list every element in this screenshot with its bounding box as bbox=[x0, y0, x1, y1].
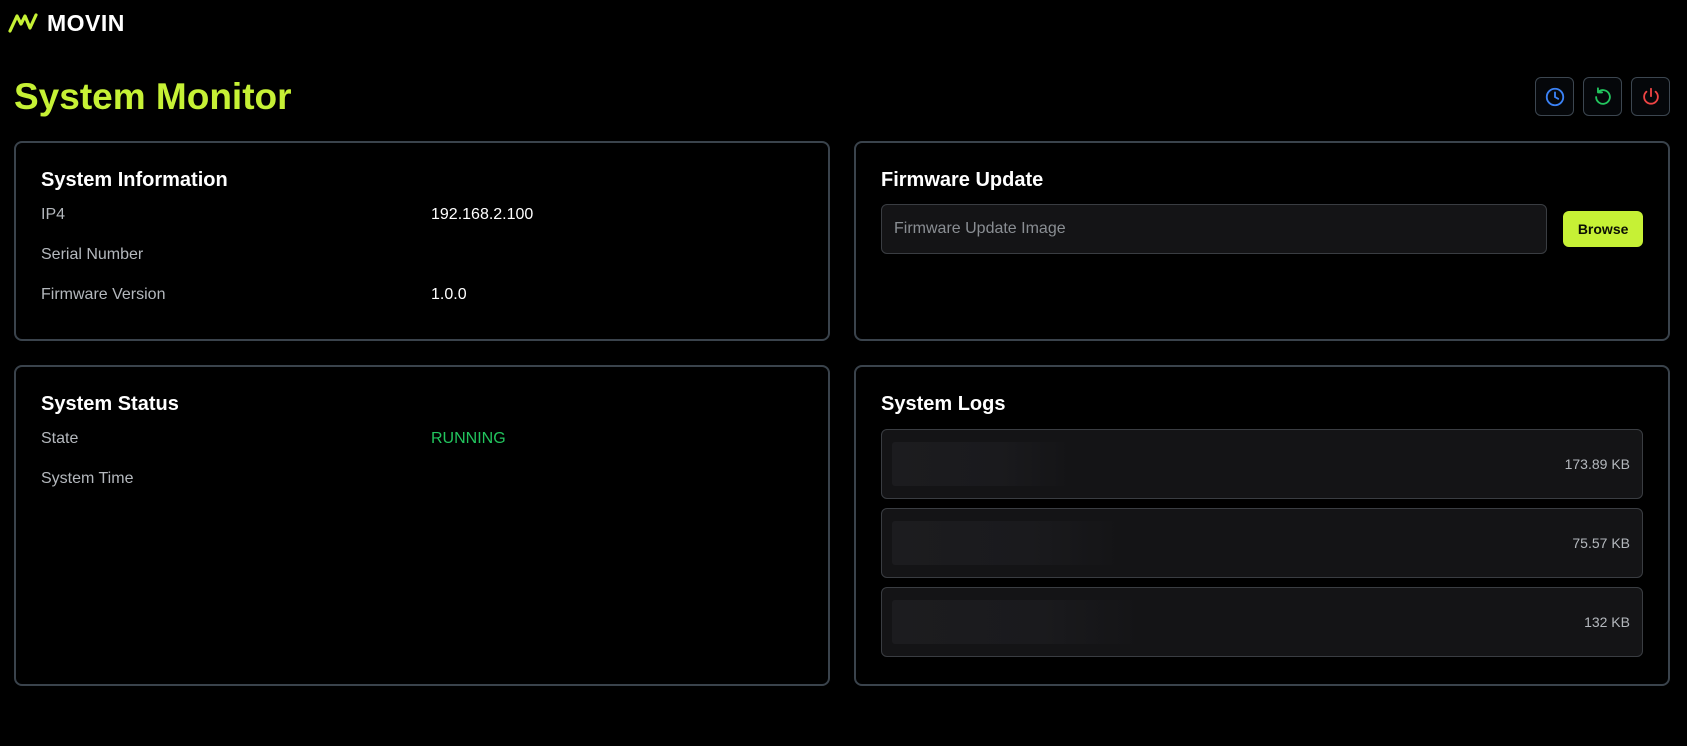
top-bar: MOVIN bbox=[0, 0, 1687, 46]
row-label: IP4 bbox=[41, 206, 66, 223]
restart-icon bbox=[1594, 86, 1611, 105]
system-logs-card: System Logs 173.89 KB 75.57 KB 132 KB bbox=[854, 365, 1670, 686]
card-title: System Information bbox=[41, 169, 228, 191]
log-name-placeholder bbox=[892, 442, 1072, 486]
info-row-serial-number: Serial Number bbox=[41, 246, 803, 286]
restart-button[interactable] bbox=[1583, 77, 1622, 116]
log-size: 173.89 KB bbox=[1564, 456, 1630, 472]
brand-name: MOVIN bbox=[47, 9, 125, 36]
row-label: Serial Number bbox=[41, 246, 144, 263]
clock-icon bbox=[1545, 87, 1564, 106]
status-row-system-time: System Time bbox=[41, 470, 803, 510]
log-name-placeholder bbox=[892, 521, 1122, 565]
system-status-card: System Status State RUNNING System Time bbox=[14, 365, 830, 686]
browse-button[interactable]: Browse bbox=[1563, 211, 1643, 247]
row-label: Firmware Version bbox=[41, 286, 166, 303]
system-information-card: System Information IP4 192.168.2.100 Ser… bbox=[14, 141, 830, 341]
firmware-image-input[interactable] bbox=[881, 204, 1548, 254]
row-value: 192.168.2.100 bbox=[431, 206, 534, 223]
row-value: 1.0.0 bbox=[431, 286, 467, 303]
page-title: System Monitor bbox=[14, 76, 292, 117]
log-item[interactable]: 132 KB bbox=[881, 587, 1643, 657]
power-button[interactable] bbox=[1631, 77, 1670, 116]
info-row-firmware-version: Firmware Version 1.0.0 bbox=[41, 286, 803, 326]
clock-button[interactable] bbox=[1535, 77, 1574, 116]
log-list: 173.89 KB 75.57 KB 132 KB bbox=[881, 429, 1643, 657]
card-title: System Status bbox=[41, 393, 179, 415]
movin-logo-icon[interactable] bbox=[8, 12, 38, 34]
log-name-placeholder bbox=[892, 600, 1142, 644]
card-title: System Logs bbox=[881, 393, 1006, 415]
log-size: 132 KB bbox=[1584, 614, 1630, 630]
log-item[interactable]: 75.57 KB bbox=[881, 508, 1643, 578]
log-size: 75.57 KB bbox=[1572, 535, 1630, 551]
power-icon bbox=[1642, 87, 1659, 105]
row-label: System Time bbox=[41, 470, 134, 487]
row-label: State bbox=[41, 430, 79, 447]
state-value: RUNNING bbox=[431, 430, 506, 447]
status-row-state: State RUNNING bbox=[41, 430, 803, 470]
firmware-update-card: Firmware Update Browse bbox=[854, 141, 1670, 341]
card-title: Firmware Update bbox=[881, 169, 1044, 191]
header-actions bbox=[1535, 77, 1670, 116]
info-row-ip4: IP4 192.168.2.100 bbox=[41, 206, 803, 246]
firmware-upload-row: Browse bbox=[881, 204, 1643, 254]
log-item[interactable]: 173.89 KB bbox=[881, 429, 1643, 499]
